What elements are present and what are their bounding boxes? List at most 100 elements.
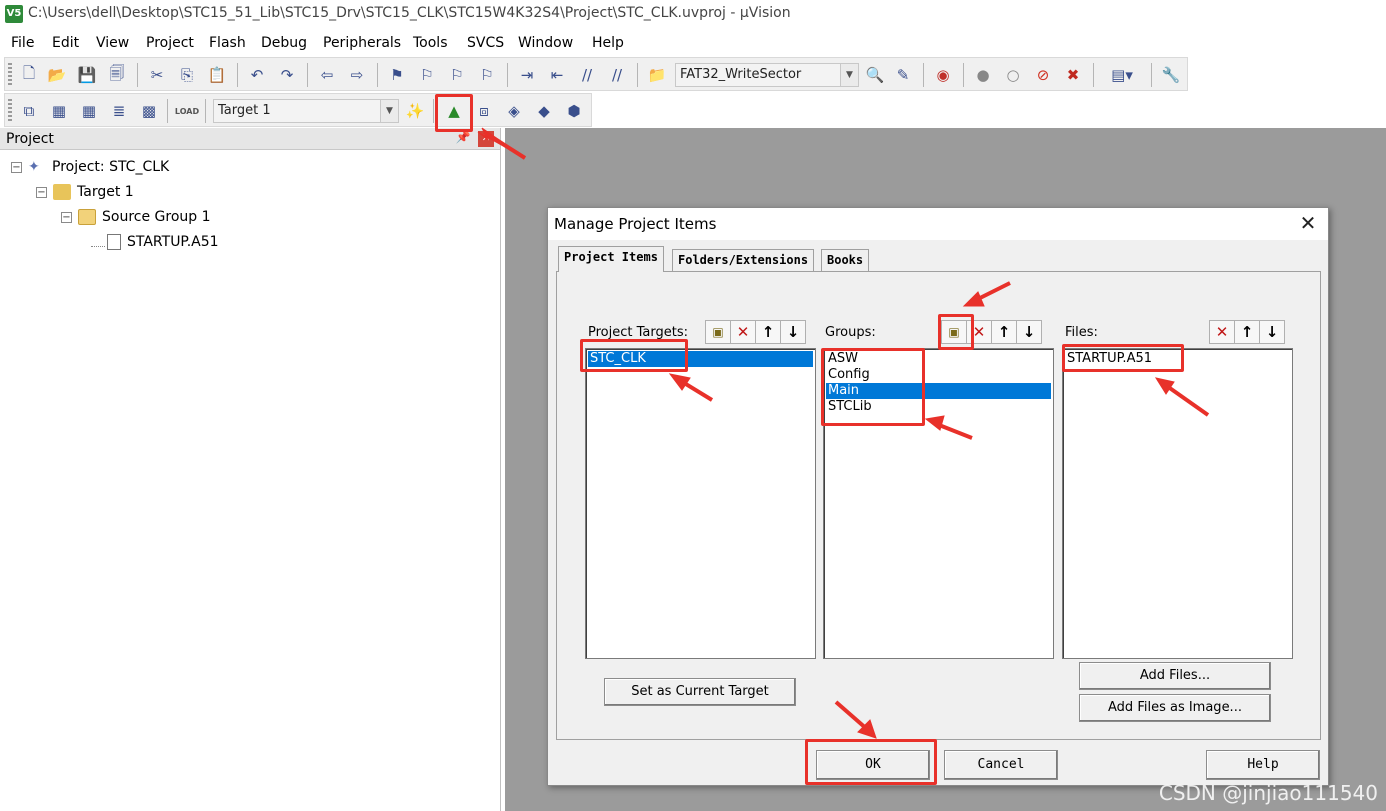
- collapse-icon[interactable]: −: [11, 161, 22, 173]
- comment-icon[interactable]: //: [575, 63, 599, 87]
- menu-help[interactable]: Help: [592, 35, 624, 51]
- next-bookmark-icon[interactable]: ⚐: [445, 63, 469, 87]
- delete-target-icon[interactable]: ✕: [730, 320, 756, 344]
- clear-bookmarks-icon[interactable]: ⚐: [475, 63, 499, 87]
- move-up-icon[interactable]: ↑: [1234, 320, 1260, 344]
- cut-icon[interactable]: ✂: [145, 63, 169, 87]
- navigate-back-icon[interactable]: ⇦: [315, 63, 339, 87]
- save-icon[interactable]: 💾: [75, 63, 99, 87]
- breakpoint-icon[interactable]: ●: [971, 63, 995, 87]
- menu-debug[interactable]: Debug: [261, 35, 307, 51]
- translate-icon[interactable]: ⧉: [17, 99, 41, 123]
- find-in-files-icon[interactable]: 📁: [645, 63, 669, 87]
- collapse-icon[interactable]: −: [61, 211, 72, 223]
- disable-breakpoint-icon[interactable]: ○: [1001, 63, 1025, 87]
- redo-icon[interactable]: ↷: [275, 63, 299, 87]
- tab-folders-extensions[interactable]: Folders/Extensions: [672, 249, 815, 271]
- move-down-icon[interactable]: ↓: [780, 320, 806, 344]
- tree-item-group[interactable]: − Source Group 1: [61, 206, 211, 228]
- batch-build-icon[interactable]: ≣: [107, 99, 131, 123]
- add-files-button[interactable]: Add Files...: [1079, 662, 1271, 690]
- tree-line: [91, 237, 105, 247]
- pin-icon[interactable]: 📌: [455, 130, 471, 146]
- move-up-icon[interactable]: ↑: [991, 320, 1017, 344]
- close-icon[interactable]: ✕: [1296, 212, 1320, 236]
- toolbar-grip[interactable]: [8, 63, 12, 87]
- debug-session-icon[interactable]: ◉: [931, 63, 955, 87]
- close-icon[interactable]: ✕: [478, 131, 494, 147]
- list-item[interactable]: STARTUP.A51: [1065, 351, 1290, 367]
- move-down-icon[interactable]: ↓: [1259, 320, 1285, 344]
- menu-peripherals[interactable]: Peripherals: [323, 35, 401, 51]
- tab-project-items[interactable]: Project Items: [558, 246, 664, 272]
- stop-build-icon[interactable]: ▩: [137, 99, 161, 123]
- list-item[interactable]: ASW: [826, 351, 1051, 367]
- manage-rte-icon[interactable]: ◈: [502, 99, 526, 123]
- tree-item-target[interactable]: − Target 1: [36, 181, 134, 203]
- menu-svcs[interactable]: SVCS: [467, 35, 504, 51]
- chevron-down-icon[interactable]: ▼: [380, 100, 398, 122]
- files-label: Files:: [1065, 325, 1098, 340]
- set-as-current-target-button[interactable]: Set as Current Target: [604, 678, 796, 706]
- kill-all-breakpoints-icon[interactable]: ✖: [1061, 63, 1085, 87]
- move-down-icon[interactable]: ↓: [1016, 320, 1042, 344]
- ok-button[interactable]: OK: [816, 750, 930, 780]
- chevron-down-icon[interactable]: ▼: [840, 64, 858, 86]
- save-all-icon[interactable]: 🗐: [105, 63, 129, 87]
- window-layout-icon[interactable]: ▤▾: [1101, 63, 1143, 87]
- manage-project-items-icon[interactable]: ▲: [442, 99, 466, 123]
- pack-installer-icon[interactable]: ◆: [532, 99, 556, 123]
- configure-icon[interactable]: 🔧: [1159, 63, 1183, 87]
- find-icon[interactable]: 🔍: [863, 63, 887, 87]
- bookmark-icon[interactable]: ⚑: [385, 63, 409, 87]
- move-up-icon[interactable]: ↑: [755, 320, 781, 344]
- prev-bookmark-icon[interactable]: ⚐: [415, 63, 439, 87]
- help-button[interactable]: Help: [1206, 750, 1320, 780]
- indent-icon[interactable]: ⇥: [515, 63, 539, 87]
- menu-edit[interactable]: Edit: [52, 35, 79, 51]
- target-select[interactable]: Target 1 ▼: [213, 99, 399, 123]
- download-icon[interactable]: LOAD: [175, 99, 199, 123]
- delete-group-icon[interactable]: ✕: [966, 320, 992, 344]
- list-item[interactable]: Config: [826, 367, 1051, 383]
- list-item[interactable]: Main: [826, 383, 1051, 399]
- open-file-icon[interactable]: 📂: [45, 63, 69, 87]
- menu-window[interactable]: Window: [518, 35, 573, 51]
- disable-all-breakpoints-icon[interactable]: ⊘: [1031, 63, 1055, 87]
- copy-icon[interactable]: ⎘: [175, 63, 199, 87]
- files-list[interactable]: STARTUP.A51: [1062, 348, 1293, 659]
- select-packs-icon[interactable]: ⧈: [472, 99, 496, 123]
- groups-list[interactable]: ASW Config Main STCLib: [823, 348, 1054, 659]
- tab-books[interactable]: Books: [821, 249, 870, 271]
- menu-tools[interactable]: Tools: [413, 35, 448, 51]
- menu-view[interactable]: View: [96, 35, 129, 51]
- multi-project-icon[interactable]: ⬢: [562, 99, 586, 123]
- incremental-find-icon[interactable]: ✎: [891, 63, 915, 87]
- toolbar-grip[interactable]: [8, 99, 12, 123]
- list-item[interactable]: STCLib: [826, 399, 1051, 415]
- cancel-button[interactable]: Cancel: [944, 750, 1058, 780]
- menu-flash[interactable]: Flash: [209, 35, 246, 51]
- tree-item-project[interactable]: − ✦ Project: STC_CLK: [11, 156, 169, 178]
- navigate-forward-icon[interactable]: ⇨: [345, 63, 369, 87]
- uncomment-icon[interactable]: //: [605, 63, 629, 87]
- new-target-icon[interactable]: ▣: [705, 320, 731, 344]
- delete-file-icon[interactable]: ✕: [1209, 320, 1235, 344]
- find-combo[interactable]: FAT32_WriteSector ▼: [675, 63, 859, 87]
- groups-toolbar: ▣ ✕ ↑ ↓: [941, 320, 1042, 344]
- undo-icon[interactable]: ↶: [245, 63, 269, 87]
- tree-item-file[interactable]: STARTUP.A51: [91, 231, 219, 253]
- add-files-as-image-button[interactable]: Add Files as Image...: [1079, 694, 1271, 722]
- rebuild-icon[interactable]: ▦: [77, 99, 101, 123]
- build-icon[interactable]: ▦: [47, 99, 71, 123]
- collapse-icon[interactable]: −: [36, 186, 47, 198]
- target-options-icon[interactable]: ✨: [403, 99, 427, 123]
- targets-list[interactable]: STC_CLK: [585, 348, 816, 659]
- new-file-icon[interactable]: 🗋: [17, 63, 41, 87]
- list-item[interactable]: STC_CLK: [588, 351, 813, 367]
- paste-icon[interactable]: 📋: [205, 63, 229, 87]
- menu-project[interactable]: Project: [146, 35, 194, 51]
- unindent-icon[interactable]: ⇤: [545, 63, 569, 87]
- new-group-icon[interactable]: ▣: [941, 320, 967, 344]
- menu-file[interactable]: File: [11, 35, 34, 51]
